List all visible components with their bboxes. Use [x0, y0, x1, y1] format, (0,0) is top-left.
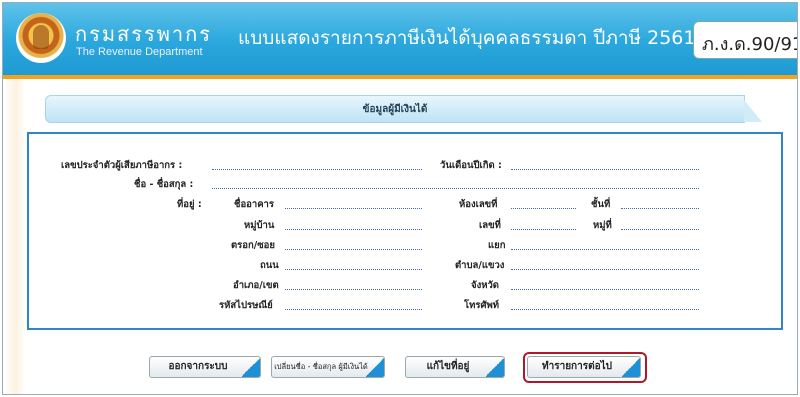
button-corner-icon: [486, 357, 504, 377]
postcode-label: รหัสไปรษณีย์: [219, 300, 273, 311]
district-label: อำเภอ/เขต: [233, 280, 279, 291]
button-corner-icon: [366, 357, 384, 377]
road-label: ถนน: [260, 260, 279, 271]
floor-label: ชั้นที่: [591, 199, 611, 210]
district-field[interactable]: [285, 276, 422, 290]
subdistrict-label: ตำบล/แขวง: [455, 260, 505, 271]
app-window: กรมสรรพากร The Revenue Department แบบแสด…: [2, 2, 798, 395]
moo-label: หมู่ที่: [593, 220, 612, 231]
name-field[interactable]: [212, 175, 699, 189]
button-corner-icon: [242, 357, 260, 377]
left-rail: [3, 79, 25, 394]
floor-field[interactable]: [621, 195, 699, 209]
room-field[interactable]: [511, 195, 576, 209]
village-field[interactable]: [285, 216, 422, 230]
header-banner: กรมสรรพากร The Revenue Department แบบแสด…: [3, 3, 797, 75]
junction-field[interactable]: [511, 236, 699, 250]
birthdate-field[interactable]: [511, 156, 699, 170]
road-field[interactable]: [285, 256, 422, 270]
org-name-english: The Revenue Department: [76, 46, 203, 58]
house-no-label: เลขที่: [479, 220, 501, 231]
phone-field[interactable]: [511, 296, 699, 310]
province-label: จังหวัด: [471, 280, 499, 291]
tax-id-field[interactable]: [212, 156, 422, 170]
button-corner-icon: [622, 357, 640, 377]
house-no-field[interactable]: [511, 216, 576, 230]
name-label: ชื่อ - ชื่อสกุล :: [134, 179, 194, 190]
header-divider: [3, 75, 797, 79]
birthdate-label: วันเดือนปีเกิด :: [440, 160, 502, 171]
edit-address-button-label: แก้ไขที่อยู่: [426, 361, 470, 372]
exit-button-label: ออกจากระบบ: [168, 361, 228, 372]
building-field[interactable]: [285, 195, 422, 209]
exit-button[interactable]: ออกจากระบบ: [149, 356, 261, 378]
building-label: ชื่ออาคาร: [234, 199, 274, 210]
next-button-label: ทำรายการต่อไป: [542, 361, 612, 372]
moo-field[interactable]: [621, 216, 699, 230]
section-title-bar: ข้อมูลผู้มีเงินได้: [45, 95, 762, 123]
province-field[interactable]: [511, 276, 699, 290]
village-label: หมู่บ้าน: [244, 220, 275, 231]
section-title: ข้อมูลผู้มีเงินได้: [362, 104, 428, 115]
room-label: ห้องเลขที่: [459, 199, 498, 210]
taxpayer-info-panel: เลขประจำตัวผู้เสียภาษีอากร : วันเดือนปีเ…: [27, 132, 783, 330]
edit-address-button[interactable]: แก้ไขที่อยู่: [405, 356, 505, 378]
revenue-department-logo-icon: [16, 13, 66, 63]
postcode-field[interactable]: [285, 296, 422, 310]
soi-field[interactable]: [285, 236, 422, 250]
change-name-button[interactable]: เปลี่ยนชื่อ - ชื่อสกุล ผู้มีเงินได้: [271, 356, 385, 378]
subdistrict-field[interactable]: [511, 256, 699, 270]
junction-label: แยก: [488, 240, 506, 251]
form-title: แบบแสดงรายการภาษีเงินได้บุคคลธรรมดา ปีภา…: [238, 27, 696, 49]
next-button[interactable]: ทำรายการต่อไป: [527, 356, 641, 378]
phone-label: โทรศัพท์: [464, 300, 500, 311]
form-code-badge: ภ.ง.ด.90/91: [693, 21, 797, 59]
address-label: ที่อยู่ :: [177, 199, 202, 210]
soi-label: ตรอก/ซอย: [231, 240, 275, 251]
tax-id-label: เลขประจำตัวผู้เสียภาษีอากร :: [61, 160, 183, 171]
